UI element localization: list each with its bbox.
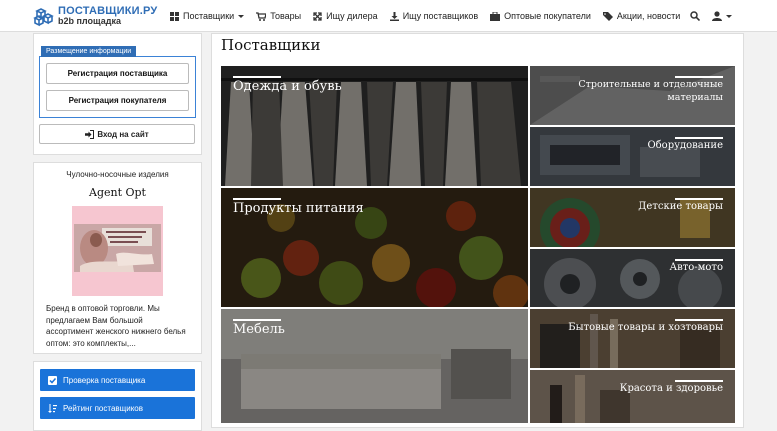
nav-wholesale-buyers-label: Оптовые покупатели bbox=[504, 11, 591, 21]
tile-divider bbox=[233, 198, 281, 200]
nav-promotions-news[interactable]: Акции, новости bbox=[602, 11, 681, 21]
rating-suppliers-label: Рейтинг поставщиков bbox=[63, 403, 143, 413]
tag-icon bbox=[602, 11, 613, 21]
briefcase-icon bbox=[490, 11, 501, 21]
toys-photo bbox=[530, 188, 735, 247]
tile-food-label: Продукты питания bbox=[233, 201, 364, 216]
category-tile-construction[interactable]: Строительные и отделочные материалы bbox=[530, 66, 735, 125]
nav-find-suppliers-label: Ищу поставщиков bbox=[402, 11, 479, 21]
ad-description: Бренд в оптовой торговли. Мы предлагаем … bbox=[46, 304, 186, 348]
tile-equipment-label: Оборудование bbox=[647, 140, 723, 151]
main-nav: Поставщики Товары Ищу дилера Ищу поставщ… bbox=[170, 0, 692, 32]
tile-divider bbox=[675, 319, 723, 321]
tile-furniture-label: Мебель bbox=[233, 322, 285, 337]
equipment-photo bbox=[530, 127, 735, 186]
caret-down-icon bbox=[238, 14, 245, 18]
cosmetics-photo bbox=[530, 370, 735, 423]
tile-divider bbox=[233, 76, 281, 78]
logo-subtitle: b2b площадка bbox=[58, 16, 121, 26]
caret-down-icon bbox=[726, 14, 732, 18]
nav-find-dealer[interactable]: Ищу дилера bbox=[313, 11, 378, 21]
category-tile-food[interactable]: Продукты питания bbox=[221, 188, 528, 307]
nav-wholesale-buyers[interactable]: Оптовые покупатели bbox=[490, 11, 591, 21]
nav-suppliers-label: Поставщики bbox=[183, 11, 235, 21]
cart-icon bbox=[256, 11, 267, 21]
expand-arrows-icon bbox=[313, 11, 322, 21]
tile-kids-label: Детские товары bbox=[638, 201, 723, 212]
category-tile-furniture[interactable]: Мебель bbox=[221, 309, 528, 423]
category-tile-clothes[interactable]: Одежда и обувь bbox=[221, 66, 528, 186]
nav-promotions-news-label: Акции, новости bbox=[616, 11, 681, 21]
site-logo[interactable]: ПОСТАВЩИКИ.РУ b2b площадка bbox=[33, 4, 157, 28]
sort-amount-icon bbox=[48, 403, 57, 413]
top-navbar: ПОСТАВЩИКИ.РУ b2b площадка Поставщики То… bbox=[0, 0, 777, 32]
ad-image[interactable] bbox=[72, 206, 163, 296]
download-icon bbox=[389, 11, 399, 21]
category-tile-beauty[interactable]: Красота и здоровье bbox=[530, 370, 735, 423]
ad-category: Чулочно-носочные изделия bbox=[66, 170, 169, 179]
logo-title: ПОСТАВЩИКИ.РУ bbox=[58, 5, 158, 17]
tile-divider bbox=[675, 137, 723, 139]
cubes-logo-icon bbox=[33, 8, 54, 27]
tile-household-label: Бытовые товары и хозтовары bbox=[568, 322, 723, 333]
gears-photo bbox=[530, 249, 735, 307]
nav-goods-label: Товары bbox=[270, 11, 302, 21]
user-icon bbox=[712, 11, 722, 21]
sign-in-icon bbox=[85, 129, 95, 139]
tile-beauty-label: Красота и здоровье bbox=[619, 383, 723, 394]
header-actions bbox=[690, 0, 744, 32]
category-tile-equipment[interactable]: Оборудование bbox=[530, 127, 735, 186]
registration-legend: Размещение информации bbox=[41, 46, 137, 57]
tile-clothes-label: Одежда и обувь bbox=[233, 79, 342, 94]
user-menu-button[interactable] bbox=[712, 11, 732, 21]
ad-company-name[interactable]: Agent Opt bbox=[33, 186, 202, 199]
nav-suppliers[interactable]: Поставщики bbox=[170, 11, 245, 21]
login-label: Вход на сайт bbox=[97, 129, 149, 139]
register-buyer-button[interactable]: Регистрация покупателя bbox=[46, 90, 189, 111]
tile-divider bbox=[675, 380, 723, 382]
category-tile-kids[interactable]: Детские товары bbox=[530, 188, 735, 247]
kitchen-tools-photo bbox=[530, 309, 735, 368]
check-square-icon bbox=[48, 375, 57, 385]
check-supplier-label: Проверка поставщика bbox=[63, 375, 146, 385]
category-tile-auto-moto[interactable]: Авто-мото bbox=[530, 249, 735, 307]
tile-divider bbox=[675, 198, 723, 200]
login-button[interactable]: Вход на сайт bbox=[39, 124, 195, 144]
nav-goods[interactable]: Товары bbox=[256, 11, 301, 21]
lingerie-photo bbox=[72, 206, 163, 296]
search-icon bbox=[690, 11, 700, 21]
rating-suppliers-button[interactable]: Рейтинг поставщиков bbox=[40, 397, 195, 419]
category-tile-household[interactable]: Бытовые товары и хозтовары bbox=[530, 309, 735, 368]
nav-find-suppliers[interactable]: Ищу поставщиков bbox=[389, 11, 479, 21]
register-supplier-button[interactable]: Регистрация поставщика bbox=[46, 63, 189, 84]
tile-divider bbox=[233, 319, 281, 321]
page-title: Поставщики bbox=[221, 36, 321, 54]
nav-find-dealer-label: Ищу дилера bbox=[326, 11, 378, 21]
tile-divider bbox=[675, 259, 723, 261]
grid-icon bbox=[170, 11, 179, 21]
tile-construction-label: Строительные и отделочные материалы bbox=[578, 79, 723, 103]
check-supplier-button[interactable]: Проверка поставщика bbox=[40, 369, 195, 391]
tile-auto-moto-label: Авто-мото bbox=[669, 262, 724, 273]
search-button[interactable] bbox=[690, 11, 700, 21]
